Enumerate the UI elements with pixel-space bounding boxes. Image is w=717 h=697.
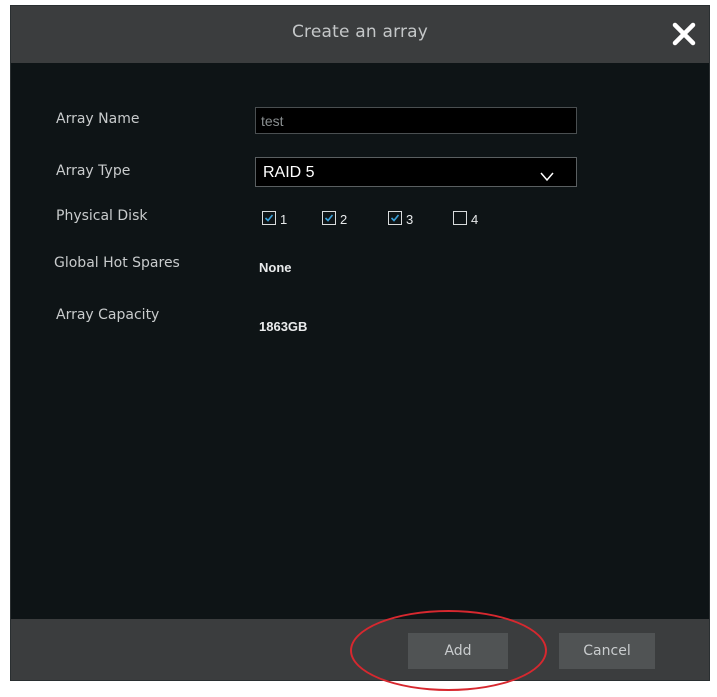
close-icon[interactable] — [669, 19, 699, 49]
disk-number: 3 — [406, 212, 414, 227]
dialog-footer: Add Cancel — [11, 619, 709, 680]
array-capacity-label: Array Capacity — [56, 307, 160, 323]
global-hot-spares-label: Global Hot Spares — [54, 255, 180, 271]
array-type-label: Array Type — [56, 163, 131, 179]
dialog-title: Create an array — [291, 22, 429, 42]
add-button[interactable]: Add — [408, 633, 508, 669]
chevron-down-icon — [540, 167, 554, 182]
disk-number: 2 — [340, 212, 348, 227]
array-type-select[interactable]: RAID 5 — [255, 157, 577, 187]
cancel-button[interactable]: Cancel — [559, 633, 655, 669]
disk-number: 4 — [471, 212, 479, 227]
array-name-input[interactable] — [255, 107, 577, 134]
checkbox-checked-icon — [322, 211, 336, 225]
dialog-titlebar: Create an array — [11, 6, 709, 63]
physical-disk-label: Physical Disk — [56, 208, 148, 224]
create-array-dialog: Create an array Array Name Array Type RA… — [10, 5, 710, 681]
array-type-value: RAID 5 — [263, 164, 315, 181]
checkbox-checked-icon — [262, 211, 276, 225]
checkbox-checked-icon — [388, 211, 402, 225]
array-name-label: Array Name — [56, 111, 140, 127]
checkbox-unchecked-icon — [453, 211, 467, 225]
global-hot-spares-value: None — [259, 260, 292, 275]
disk-number: 1 — [280, 212, 288, 227]
array-capacity-value: 1863GB — [259, 319, 308, 334]
